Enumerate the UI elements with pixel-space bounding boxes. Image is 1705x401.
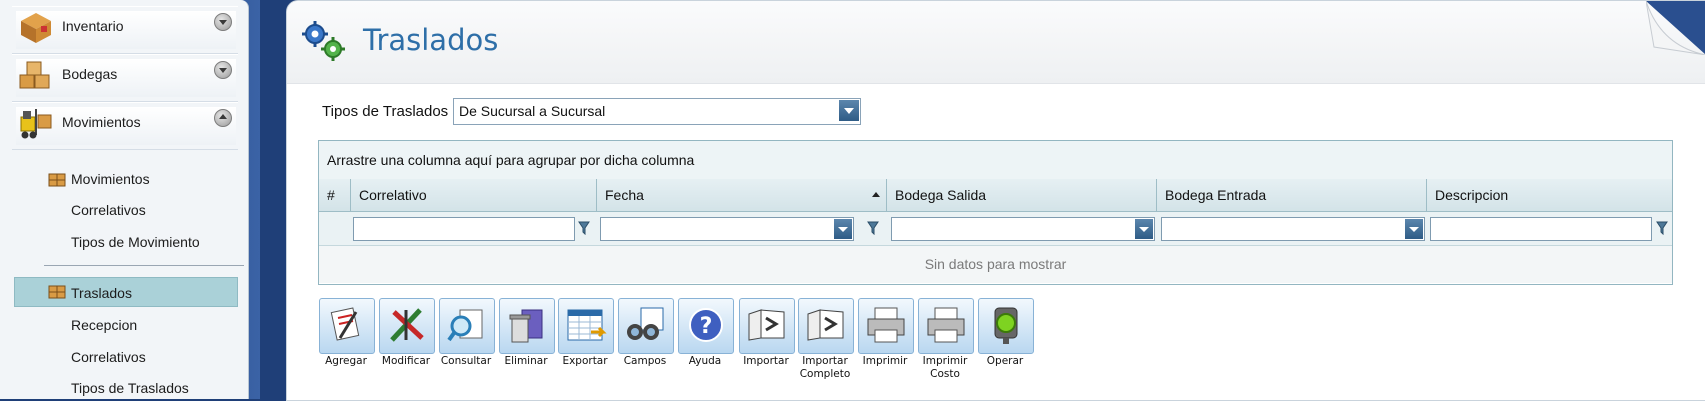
importar-completo-button[interactable] [798,298,854,354]
sidebar-item-correlativos[interactable]: Correlativos [71,202,146,218]
sidebar: Inventario Bodegas Movimientos Movimient… [0,0,249,399]
group-hint: Arrastre una columna aquí para agrupar p… [327,152,695,168]
sidebar-section-label: Inventario [62,18,124,34]
chevron-down-icon[interactable] [834,219,852,239]
expand-icon[interactable] [214,61,232,79]
toolbar-label: Operar [986,355,1024,367]
filter-icon[interactable] [867,221,879,235]
filter-correlativo-input[interactable] [353,217,575,241]
sidebar-item-tipos-de-traslados[interactable]: Tipos de Traslados [71,380,189,396]
modificar-button[interactable] [379,298,435,354]
chevron-down-icon[interactable] [1405,219,1423,239]
page-header: Traslados [287,1,1705,84]
filter-bodega-entrada-input[interactable] [1161,217,1425,241]
column-header-correlativo[interactable]: Correlativo [351,179,597,212]
help-icon: ? [689,308,723,342]
tipos-traslados-select[interactable]: De Sucursal a Sucursal [453,98,861,125]
edit-pencils-icon [390,308,424,342]
filter-icon[interactable] [578,221,590,235]
column-header-descripcion[interactable]: Descripcion [1427,179,1672,212]
trash-bin-icon [509,309,543,343]
movement-icon [48,173,66,187]
toolbar-label: Ayuda [688,355,722,367]
import-folder-full-icon [807,309,844,341]
warehouse-boxes-icon [19,61,50,89]
imprimir-costo-button[interactable] [918,298,974,354]
main-panel: Traslados Tipos de Traslados De Sucursal… [286,0,1705,401]
chevron-down-icon[interactable] [1135,219,1153,239]
select-value: De Sucursal a Sucursal [459,103,606,119]
group-panel[interactable]: Arrastre una columna aquí para agrupar p… [319,141,1672,180]
filter-row [319,212,1672,246]
sidebar-section-bodegas[interactable]: Bodegas [12,54,238,102]
exportar-button[interactable] [558,298,614,354]
filter-fecha-input[interactable] [600,217,854,241]
sidebar-section-label: Movimientos [62,114,141,130]
binoculars-icon [627,307,664,340]
search-magnifier-icon [447,309,483,342]
add-document-icon [330,307,360,341]
column-header-bodega-entrada[interactable]: Bodega Entrada [1157,179,1427,212]
svg-text:?: ? [700,314,713,339]
traffic-light-icon [994,307,1018,344]
sidebar-section-movimientos[interactable]: Movimientos [12,102,238,150]
sidebar-item-movimientos[interactable]: Movimientos [71,171,150,187]
sidebar-section-inventario[interactable]: Inventario [12,6,238,54]
empty-row: Sin datos para mostrar [319,246,1672,283]
operar-button[interactable] [978,298,1034,354]
chevron-down-icon[interactable] [839,100,859,121]
transfer-icon [48,285,66,299]
sidebar-item-tipos-de-movimiento[interactable]: Tipos de Movimiento [71,234,200,250]
eliminar-button[interactable] [499,298,555,354]
campos-button[interactable] [618,298,674,354]
column-header-index[interactable]: # [319,179,351,212]
sidebar-item-recepcion[interactable]: Recepcion [71,317,137,333]
collapse-icon[interactable] [214,109,232,127]
gears-icon [302,21,345,61]
export-spreadsheet-icon [567,309,607,341]
filter-bodega-salida-input[interactable] [891,217,1155,241]
empty-message: Sin datos para mostrar [924,256,1067,272]
sidebar-divider [44,265,244,266]
tipos-traslados-label: Tipos de Traslados [322,103,449,120]
import-folder-icon [748,309,785,341]
ayuda-button[interactable]: ? [678,298,734,354]
sort-ascending-icon [872,192,880,197]
sidebar-item-label: Traslados [71,285,132,301]
column-header-fecha[interactable]: Fecha [597,179,887,212]
consultar-button[interactable] [439,298,495,354]
column-header-bodega-salida[interactable]: Bodega Salida [887,179,1157,212]
sidebar-item-correlativos-traslados[interactable]: Correlativos [71,349,146,365]
importar-button[interactable] [739,298,795,354]
page-curl [1646,1,1705,55]
filter-descripcion-input[interactable] [1430,217,1652,241]
printer-cost-icon [927,307,965,343]
page-title: Traslados [363,23,499,57]
printer-icon [867,307,905,343]
agregar-button[interactable] [319,298,375,354]
expand-icon[interactable] [214,13,232,31]
sidebar-section-label: Bodegas [62,66,118,82]
inventory-box-icon [21,13,51,43]
imprimir-button[interactable] [858,298,914,354]
forklift-icon [20,109,52,139]
data-grid: Arrastre una columna aquí para agrupar p… [318,140,1673,285]
filter-icon[interactable] [1656,221,1668,235]
